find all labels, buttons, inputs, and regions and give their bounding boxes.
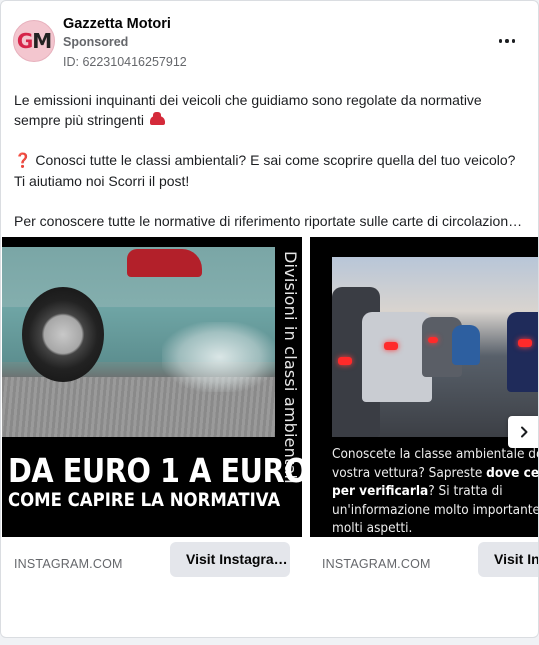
- carousel: Divisioni in classi ambientali DA EURO 1…: [1, 237, 538, 597]
- traffic-photo: [332, 257, 538, 437]
- link-source: INSTAGRAM.COM: [14, 557, 123, 571]
- visit-instagram-button[interactable]: Visit Instagram profile: [170, 542, 290, 577]
- carousel-card-2[interactable]: Conoscete la classe ambientale della vos…: [310, 237, 538, 597]
- carousel-card-footer: INSTAGRAM.COM Visit Instagram profile: [310, 537, 538, 597]
- slide-subheadline: COME CAPIRE LA NORMATIVA: [8, 489, 281, 511]
- visit-instagram-button[interactable]: Visit Instagram profile: [478, 542, 538, 577]
- car-icon: [149, 112, 165, 125]
- post-paragraph-3[interactable]: Per conoscere tutte le normative di rife…: [14, 211, 526, 231]
- post-paragraph-2: ❓ Conosci tutte le classi ambientali? E …: [14, 152, 516, 189]
- question-mark-icon: ❓: [14, 153, 32, 169]
- post-body: Le emissioni inquinanti dei veicoli che …: [14, 90, 526, 231]
- link-source: INSTAGRAM.COM: [322, 557, 431, 571]
- ad-id: ID: 622310416257912: [63, 55, 187, 69]
- carousel-next-button[interactable]: [508, 416, 538, 448]
- car-exhaust-photo: [2, 247, 275, 437]
- sponsored-label[interactable]: Sponsored: [63, 35, 128, 49]
- avatar[interactable]: GM: [13, 20, 55, 62]
- more-options-icon[interactable]: [493, 31, 521, 51]
- sponsored-post-card: GM Gazzetta Motori Sponsored ID: 6223104…: [0, 0, 539, 638]
- slide-caption: Conoscete la classe ambientale della vos…: [332, 446, 538, 536]
- slide-vertical-caption: Divisioni in classi ambientali: [281, 251, 300, 484]
- carousel-image-2[interactable]: Conoscete la classe ambientale della vos…: [310, 237, 538, 537]
- carousel-card-footer: INSTAGRAM.COM Visit Instagram profile: [2, 537, 302, 597]
- brand-logo: GM: [16, 29, 52, 53]
- post-paragraph-1: Le emissioni inquinanti dei veicoli che …: [14, 92, 482, 128]
- slide-headline: DA EURO 1 A EURO 6: [8, 451, 302, 490]
- carousel-card-1[interactable]: Divisioni in classi ambientali DA EURO 1…: [2, 237, 302, 597]
- chevron-right-icon: [521, 426, 528, 438]
- carousel-image-1[interactable]: Divisioni in classi ambientali DA EURO 1…: [2, 237, 302, 537]
- page-name[interactable]: Gazzetta Motori: [63, 16, 171, 32]
